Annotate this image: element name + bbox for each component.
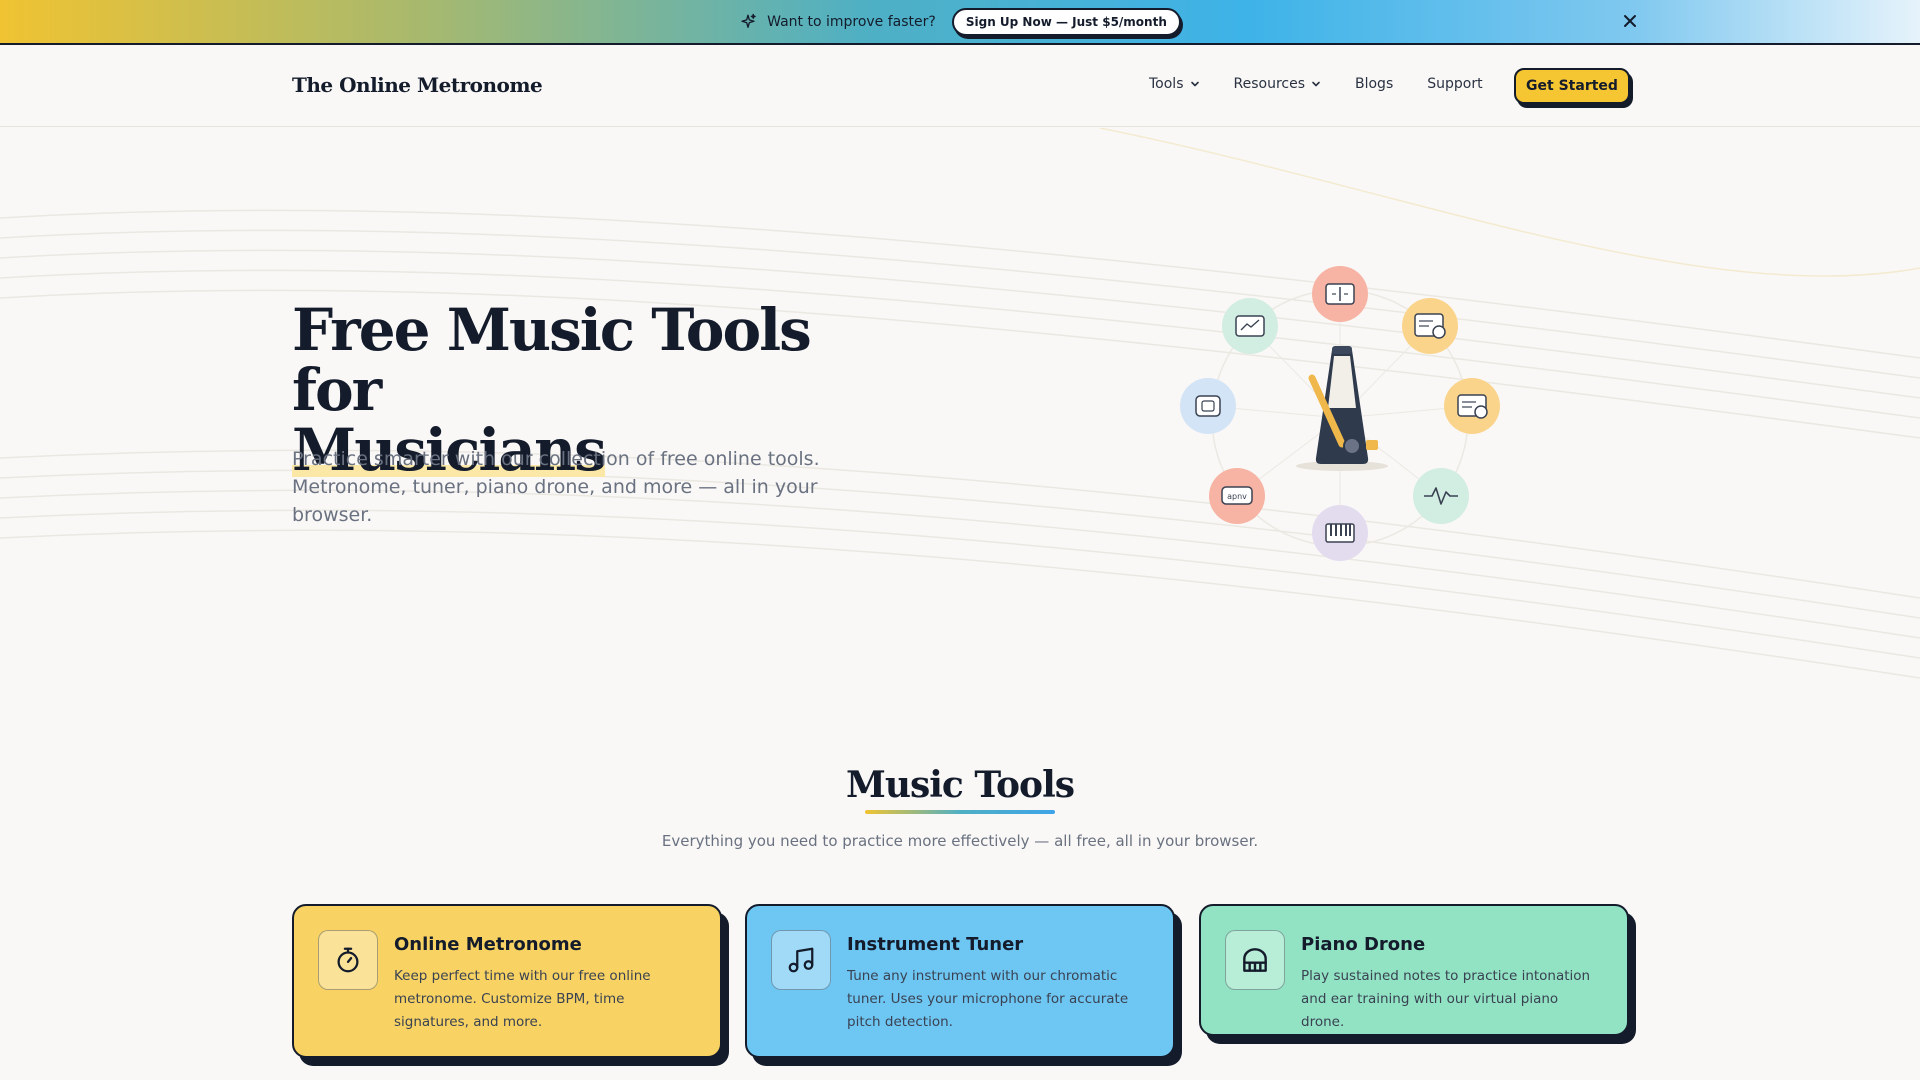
piano-keys-icon (1312, 505, 1368, 561)
announcement-bar: Want to improve faster? Sign Up Now — Ju… (0, 0, 1920, 45)
announcement-message: Want to improve faster? (767, 13, 936, 30)
card-online-metronome[interactable]: Online Metronome Keep perfect time with … (292, 904, 722, 1058)
section-title: Music Tools (0, 764, 1920, 810)
tools-orbit-illustration: apnv (1180, 266, 1500, 561)
section-subtitle: Everything you need to practice more eff… (661, 832, 1259, 850)
card-title: Online Metronome (394, 934, 582, 955)
card-title: Instrument Tuner (847, 934, 1024, 955)
hero-title-line1: Free Music Tools for (292, 296, 812, 424)
browser-window-icon (1402, 298, 1458, 354)
card-description: Keep perfect time with our free online m… (394, 968, 651, 1030)
trend-chart-icon (1222, 298, 1278, 354)
card-icon-box (318, 930, 378, 990)
badge-label: apnv (1227, 492, 1247, 501)
chevron-down-icon (1312, 81, 1320, 87)
card-icon-box (771, 930, 831, 990)
nav-blogs[interactable]: Blogs (1355, 76, 1393, 92)
hero-background-lines (0, 128, 1920, 679)
chip-icon (1180, 378, 1236, 434)
pulse-icon (1413, 468, 1469, 524)
section-title-text: Music Tools (845, 764, 1075, 806)
sign-up-button[interactable]: Sign Up Now — Just $5/month (951, 7, 1181, 36)
hero-subtitle: Practice smarter with our collection of … (292, 448, 820, 526)
nav-resources[interactable]: Resources (1234, 76, 1322, 92)
stopwatch-icon (337, 947, 359, 973)
document-icon (1444, 378, 1500, 434)
metronome-icon (1296, 346, 1388, 471)
close-icon[interactable] (1622, 13, 1638, 29)
card-icon-box (1225, 930, 1285, 990)
nav-tools-label: Tools (1149, 76, 1184, 92)
get-started-button[interactable]: Get Started (1514, 68, 1630, 104)
site-logo[interactable]: The Online Metronome (292, 73, 543, 97)
nav-support[interactable]: Support (1427, 76, 1482, 92)
badge-icon: apnv (1209, 468, 1265, 524)
tuner-icon (1312, 266, 1368, 322)
card-description: Tune any instrument with our chromatic t… (847, 968, 1129, 1030)
nav-resources-label: Resources (1233, 76, 1306, 92)
nav-links: Tools Resources Blogs Support (1149, 76, 1517, 92)
card-description: Play sustained notes to practice intonat… (1301, 968, 1591, 1030)
section-title-underline (865, 810, 1055, 814)
chevron-down-icon (1190, 81, 1199, 87)
navbar: The Online Metronome Tools Resources Blo… (0, 45, 1920, 127)
nav-tools[interactable]: Tools (1149, 76, 1200, 92)
card-title: Piano Drone (1301, 934, 1426, 955)
sparkle-icon (741, 13, 756, 28)
card-instrument-tuner[interactable]: Instrument Tuner Tune any instrument wit… (745, 904, 1175, 1058)
music-note-icon (788, 947, 814, 973)
card-piano-drone[interactable]: Piano Drone Play sustained notes to prac… (1199, 904, 1629, 1036)
piano-icon (1243, 948, 1267, 972)
